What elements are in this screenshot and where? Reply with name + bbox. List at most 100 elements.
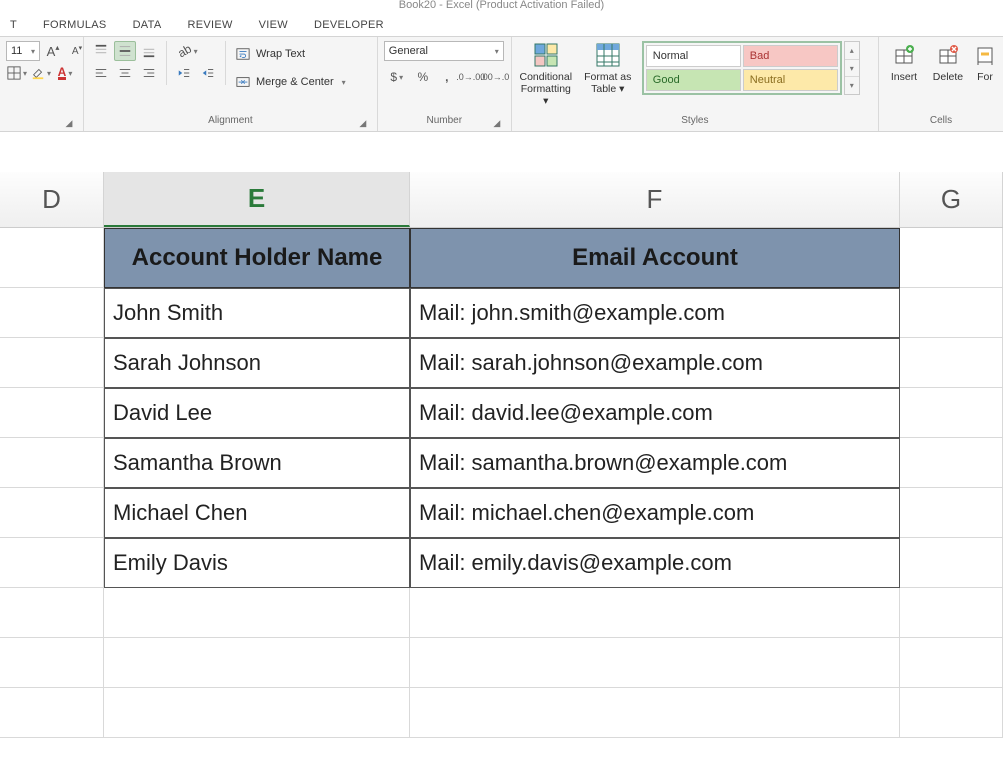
tab-formulas[interactable]: FORMULAS (43, 19, 107, 31)
cell[interactable] (0, 438, 104, 488)
chevron-down-icon: ▾ (495, 47, 499, 56)
cell[interactable] (900, 688, 1003, 738)
header-name-cell[interactable]: Account Holder Name (104, 228, 410, 288)
font-dialog-launcher[interactable]: ◢ (63, 117, 75, 129)
column-header-d[interactable]: D (0, 172, 104, 227)
percent-format-button[interactable]: % (412, 67, 434, 87)
cell[interactable] (0, 538, 104, 588)
alignment-dialog-launcher[interactable]: ◢ (357, 117, 369, 129)
cell[interactable] (0, 228, 104, 288)
cell[interactable] (0, 588, 104, 638)
cell[interactable] (0, 688, 104, 738)
cell-name[interactable]: Samantha Brown (104, 438, 410, 488)
increase-indent-button[interactable] (197, 63, 219, 83)
cell-email[interactable]: Mail: david.lee@example.com (410, 388, 900, 438)
increase-decimal-button[interactable]: .0→.00 (460, 67, 482, 87)
gallery-up-button[interactable]: ▴ (845, 42, 859, 60)
format-cells-button[interactable]: For (973, 41, 997, 83)
tab-view[interactable]: VIEW (259, 19, 288, 31)
column-header-e[interactable]: E (104, 172, 410, 227)
group-font: 11▾ A▴ A▾ ▾ ▾ A ▾ ◢ (0, 37, 84, 131)
cell-email[interactable]: Mail: samantha.brown@example.com (410, 438, 900, 488)
cell[interactable] (0, 288, 104, 338)
cell[interactable] (0, 338, 104, 388)
chevron-down-icon: ▾ (23, 69, 27, 78)
cell[interactable] (104, 688, 410, 738)
column-headers: D E F G (0, 172, 1003, 228)
cell[interactable] (0, 388, 104, 438)
cell[interactable] (900, 638, 1003, 688)
grow-font-button[interactable]: A▴ (42, 41, 64, 61)
fill-color-button[interactable]: ▾ (30, 63, 52, 83)
cell[interactable] (900, 388, 1003, 438)
align-right-button[interactable] (138, 63, 160, 83)
tab-data[interactable]: DATA (133, 19, 162, 31)
chevron-down-icon: ▾ (47, 69, 51, 78)
decrease-indent-button[interactable] (173, 63, 195, 83)
cell[interactable] (900, 438, 1003, 488)
border-button[interactable]: ▾ (6, 63, 28, 83)
cell-name[interactable]: David Lee (104, 388, 410, 438)
cell[interactable] (900, 588, 1003, 638)
align-middle-button[interactable] (114, 41, 136, 61)
delete-cells-button[interactable]: Delete (929, 41, 967, 83)
gallery-more-button[interactable]: ▾ (845, 77, 859, 94)
style-good[interactable]: Good (646, 69, 741, 91)
column-header-f[interactable]: F (410, 172, 900, 227)
cell-name[interactable]: John Smith (104, 288, 410, 338)
tab-review[interactable]: REVIEW (187, 19, 232, 31)
number-format-select[interactable]: General ▾ (384, 41, 504, 61)
style-normal[interactable]: Normal (646, 45, 741, 67)
delete-icon (934, 41, 962, 69)
style-neutral[interactable]: Neutral (743, 69, 838, 91)
cell[interactable] (900, 538, 1003, 588)
cell[interactable] (900, 488, 1003, 538)
cell-email[interactable]: Mail: emily.davis@example.com (410, 538, 900, 588)
merge-center-button[interactable]: Merge & Center ▾ (232, 69, 350, 95)
cell[interactable] (104, 638, 410, 688)
style-bad[interactable]: Bad (743, 45, 838, 67)
decrease-decimal-button[interactable]: .00→.0 (484, 67, 506, 87)
cell-name[interactable]: Sarah Johnson (104, 338, 410, 388)
cell[interactable] (410, 688, 900, 738)
cell-name[interactable]: Emily Davis (104, 538, 410, 588)
group-styles: Conditional Formatting ▾ Format as Table… (512, 37, 879, 131)
header-email-cell[interactable]: Email Account (410, 228, 900, 288)
gallery-down-button[interactable]: ▾ (845, 60, 859, 78)
format-as-table-button[interactable]: Format as Table ▾ (580, 41, 636, 95)
tab-developer[interactable]: DEVELOPER (314, 19, 384, 31)
cell[interactable] (410, 588, 900, 638)
cell-email[interactable]: Mail: john.smith@example.com (410, 288, 900, 338)
ribbon: 11▾ A▴ A▾ ▾ ▾ A ▾ ◢ (0, 36, 1003, 132)
comma-format-button[interactable]: , (436, 67, 458, 87)
cell[interactable] (900, 228, 1003, 288)
cell-email[interactable]: Mail: sarah.johnson@example.com (410, 338, 900, 388)
cell[interactable] (900, 338, 1003, 388)
cell[interactable] (0, 638, 104, 688)
wrap-text-button[interactable]: Wrap Text (232, 41, 350, 67)
cell-name[interactable]: Michael Chen (104, 488, 410, 538)
align-center-button[interactable] (114, 63, 136, 83)
cell[interactable] (0, 488, 104, 538)
table-row: David Lee Mail: david.lee@example.com (0, 388, 1003, 438)
chevron-down-icon: ▾ (194, 47, 198, 56)
cell-email[interactable]: Mail: michael.chen@example.com (410, 488, 900, 538)
orientation-button[interactable]: ab▾ (173, 41, 203, 61)
table-row: Sarah Johnson Mail: sarah.johnson@exampl… (0, 338, 1003, 388)
align-bottom-button[interactable] (138, 41, 160, 61)
number-dialog-launcher[interactable]: ◢ (491, 117, 503, 129)
font-color-button[interactable]: A ▾ (54, 63, 76, 83)
cell[interactable] (410, 638, 900, 688)
accounting-format-button[interactable]: $▾ (384, 67, 410, 87)
format-as-table-label: Format as Table ▾ (580, 71, 636, 95)
tab-cut[interactable]: T (10, 19, 17, 31)
cell[interactable] (104, 588, 410, 638)
font-size-input[interactable]: 11▾ (6, 41, 40, 61)
conditional-formatting-button[interactable]: Conditional Formatting ▾ (518, 41, 574, 107)
align-left-button[interactable] (90, 63, 112, 83)
cell[interactable] (900, 288, 1003, 338)
font-size-value: 11 (11, 45, 22, 57)
column-header-g[interactable]: G (900, 172, 1003, 227)
align-top-button[interactable] (90, 41, 112, 61)
insert-cells-button[interactable]: Insert (885, 41, 923, 83)
